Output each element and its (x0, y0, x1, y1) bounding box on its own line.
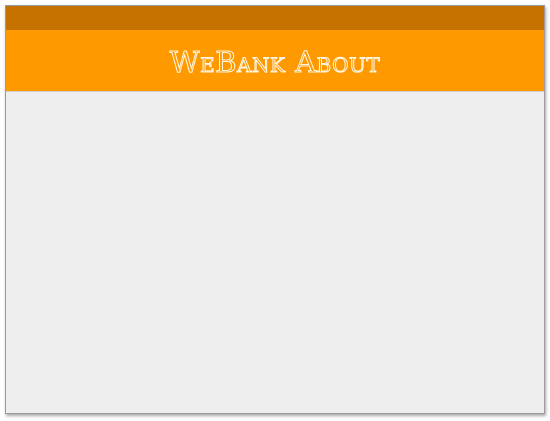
content-area (6, 92, 544, 413)
page-title: WeBank About (169, 44, 381, 79)
app-window: WeBank About (5, 5, 545, 414)
page-header: WeBank About (6, 30, 544, 92)
window-titlebar[interactable] (6, 6, 544, 30)
